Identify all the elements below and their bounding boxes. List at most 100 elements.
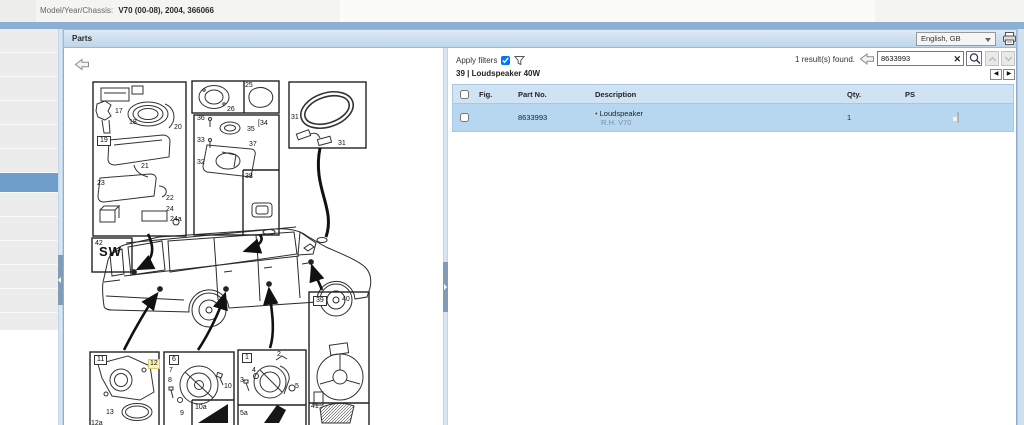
sidebar-item[interactable] xyxy=(0,241,58,265)
chevron-up-icon xyxy=(988,56,996,65)
apply-filters: Apply filters xyxy=(456,53,526,67)
funnel-icon[interactable] xyxy=(514,55,526,66)
search-button[interactable] xyxy=(966,51,982,66)
diagram-callout-35[interactable]: 35 xyxy=(247,126,255,134)
group-header: 39 | Loudspeaker 40W xyxy=(456,69,541,78)
diagram-callout-23[interactable]: 23 xyxy=(97,180,105,188)
diagram-callout-40[interactable]: 40 xyxy=(342,296,350,304)
sidebar-item[interactable] xyxy=(0,289,58,313)
table-row[interactable]: 8633993 • Loudspeaker R.H. V70 1 xyxy=(453,104,1013,131)
apply-filters-checkbox[interactable] xyxy=(501,55,511,65)
sidebar-item[interactable] xyxy=(0,217,58,241)
search-field: ✕ xyxy=(877,51,964,66)
parts-table: Fig. Part No. Description Qty. PS 863399… xyxy=(452,84,1014,132)
prev-icon: ◀ xyxy=(993,71,999,77)
page: Model/Year/Chassis: V70 (00-08), 2004, 3… xyxy=(0,0,1024,425)
clear-search-icon[interactable]: ✕ xyxy=(953,53,961,65)
next-page-button[interactable]: ▶ xyxy=(1003,69,1015,80)
diagram-callout-36[interactable]: 36 xyxy=(197,115,205,123)
parts-panel-header: Parts English, GB xyxy=(63,29,1017,48)
diagram-callout-37[interactable]: 37 xyxy=(249,141,257,149)
diagram-callout-6[interactable]: 6 xyxy=(169,355,179,365)
description-sub-text: R.H. V70 xyxy=(601,117,632,127)
diagram-callout-layer: 17 18 19 20 21 23 22 24 24a 25 26 36 35 [34 33 37 32 38 31… xyxy=(64,48,443,425)
diagram-callout-1[interactable]: 1 xyxy=(242,353,252,363)
diagram-callout-38[interactable]: 38 xyxy=(245,173,253,181)
language-select[interactable]: English, GB xyxy=(916,32,996,46)
diagram-callout-SW[interactable]: SW xyxy=(99,245,122,258)
diagram-callout-5[interactable]: 5 xyxy=(295,383,299,391)
sidebar xyxy=(0,29,58,330)
diagram-callout-24a[interactable]: 24a xyxy=(170,216,182,224)
diagram-callout-[34[interactable]: [34 xyxy=(258,120,268,128)
diagram-callout-24[interactable]: 24 xyxy=(166,206,174,214)
top-bar: Model/Year/Chassis: V70 (00-08), 2004, 3… xyxy=(0,0,1024,22)
notes-icon[interactable] xyxy=(957,112,959,123)
search-input[interactable] xyxy=(878,52,952,65)
diagram-callout-7[interactable]: 7 xyxy=(169,367,173,375)
diagram-callout-31[interactable]: 31 xyxy=(338,140,346,148)
diagram-callout-26[interactable]: 26 xyxy=(227,106,235,114)
cell-qty: 1 xyxy=(847,113,852,122)
result-up-button[interactable] xyxy=(985,51,999,66)
diagram-callout-39[interactable]: 39 xyxy=(313,296,327,306)
back-arrow-icon xyxy=(859,52,874,66)
diagram-callout-12a[interactable]: 12a xyxy=(91,420,103,425)
diagram-callout-25[interactable]: 25 xyxy=(245,82,253,90)
diagram-callout-19[interactable]: 19 xyxy=(97,136,111,146)
result-down-button[interactable] xyxy=(1001,51,1015,66)
description-bullet: • xyxy=(595,108,598,118)
language-select-value: English, GB xyxy=(921,34,961,43)
sidebar-item[interactable] xyxy=(0,265,58,289)
collapse-right-icon xyxy=(444,284,447,290)
sidebar-item[interactable] xyxy=(0,149,58,173)
search-back-button[interactable] xyxy=(859,52,875,66)
sidebar-item[interactable] xyxy=(0,29,58,53)
diagram-callout-9[interactable]: 9 xyxy=(180,410,184,418)
scrollbar-track[interactable] xyxy=(1017,29,1024,425)
print-button[interactable] xyxy=(1002,31,1017,46)
diagram-callout-10[interactable]: 10 xyxy=(224,383,232,391)
sidebar-item[interactable] xyxy=(0,77,58,101)
diagram-callout-8[interactable]: 8 xyxy=(168,377,172,385)
diagram-callout-18[interactable]: 18 xyxy=(129,119,137,127)
chevron-down-icon xyxy=(1004,53,1012,62)
diagram-callout-31[interactable]: 31 xyxy=(291,114,299,122)
sidebar-item[interactable] xyxy=(0,101,58,125)
next-icon: ▶ xyxy=(1006,71,1012,77)
results-panel: Apply filters 1 result(s) found. ✕ xyxy=(448,48,1016,425)
sidebar-item[interactable] xyxy=(0,125,58,149)
diagram-callout-2[interactable]: 2 xyxy=(277,351,281,359)
diagram-callout-13[interactable]: 13 xyxy=(106,409,114,417)
diagram-callout-41[interactable]: 41 xyxy=(311,403,319,411)
diagram-callout-20[interactable]: 20 xyxy=(174,124,182,132)
header-qty: Qty. xyxy=(847,89,862,99)
diagram-callout-10a[interactable]: 10a xyxy=(195,404,207,412)
diagram-area: 17 18 19 20 21 23 22 24 24a 25 26 36 35 [34 33 37 32 38 31… xyxy=(64,48,443,425)
prev-page-button[interactable]: ◀ xyxy=(990,69,1002,80)
diagram-callout-17[interactable]: 17 xyxy=(115,108,123,116)
row-checkbox[interactable] xyxy=(459,113,469,122)
sidebar-item[interactable] xyxy=(0,193,58,217)
diagram-callout-22[interactable]: 22 xyxy=(166,195,174,203)
panel-title: Parts xyxy=(72,34,93,43)
cell-ps xyxy=(895,112,1013,123)
diagram-callout-11[interactable]: 11 xyxy=(94,355,108,365)
magnifier-icon xyxy=(969,53,981,64)
results-count: 1 result(s) found. xyxy=(794,55,855,64)
diagram-callout-12[interactable]: 12 xyxy=(148,359,160,369)
diagram-callout-3[interactable]: 3 xyxy=(240,377,244,385)
header-fig: Fig. xyxy=(479,89,493,99)
sidebar-item-selected[interactable] xyxy=(0,173,58,193)
header-part-no: Part No. xyxy=(518,89,547,99)
diagram-callout-33[interactable]: 33 xyxy=(197,137,205,145)
diagram-callout-32[interactable]: 32 xyxy=(197,159,205,167)
description-text: Loudspeaker xyxy=(599,108,644,118)
diagram-callout-5a[interactable]: 5a xyxy=(240,410,248,418)
apply-filters-label: Apply filters xyxy=(456,55,498,65)
diagram-callout-21[interactable]: 21 xyxy=(141,163,149,171)
sidebar-item[interactable] xyxy=(0,53,58,77)
model-value: V70 (00-08), 2004, 366066 xyxy=(118,6,214,15)
select-all-checkbox[interactable] xyxy=(459,89,469,99)
diagram-callout-4[interactable]: 4 xyxy=(252,367,256,375)
